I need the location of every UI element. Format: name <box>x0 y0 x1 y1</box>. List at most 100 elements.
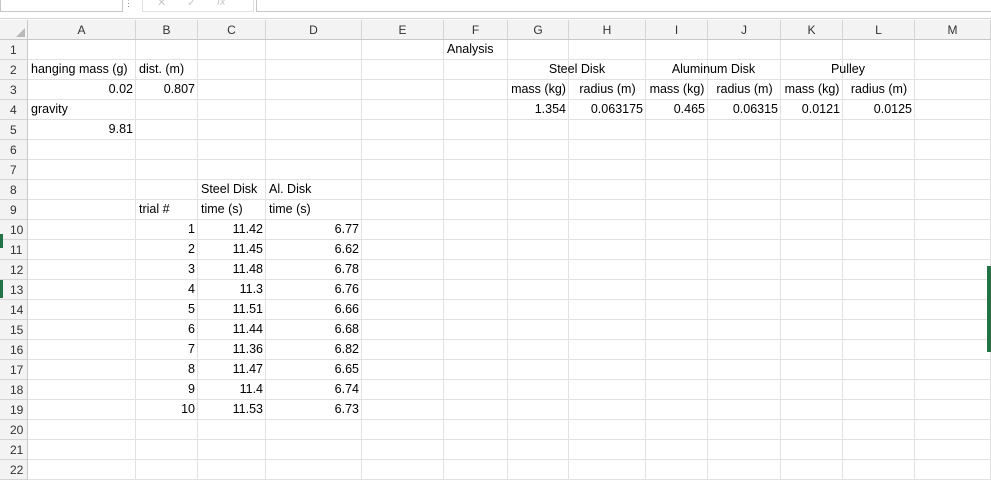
cell[interactable] <box>28 220 136 240</box>
cell[interactable] <box>136 460 198 480</box>
cell[interactable] <box>915 160 991 180</box>
cell[interactable] <box>362 260 444 280</box>
row-header-7[interactable]: 7 <box>0 160 28 180</box>
cell[interactable] <box>646 240 708 260</box>
row-header-10[interactable]: 10 <box>0 220 28 240</box>
cell[interactable] <box>569 180 646 200</box>
cell-trial-label[interactable]: trial # <box>136 200 198 220</box>
cell[interactable] <box>362 140 444 160</box>
cell[interactable] <box>362 320 444 340</box>
cell[interactable] <box>708 360 781 380</box>
cell[interactable] <box>28 420 136 440</box>
cell[interactable] <box>915 220 991 240</box>
cell[interactable] <box>444 420 508 440</box>
cell[interactable] <box>843 320 915 340</box>
cell[interactable] <box>569 340 646 360</box>
cell[interactable] <box>362 120 444 140</box>
column-header-k[interactable]: K <box>781 20 843 40</box>
cell-pulley-header[interactable]: Pulley <box>781 60 915 80</box>
cell[interactable] <box>781 320 843 340</box>
cell-al-time[interactable]: 6.65 <box>266 360 362 380</box>
cell[interactable] <box>708 420 781 440</box>
column-header-d[interactable]: D <box>266 20 362 40</box>
cell-gravity-label[interactable]: gravity <box>28 100 136 120</box>
cell[interactable] <box>444 300 508 320</box>
cell[interactable] <box>708 380 781 400</box>
cell[interactable] <box>362 80 444 100</box>
row-header-20[interactable]: 20 <box>0 420 28 440</box>
cell[interactable] <box>362 420 444 440</box>
cell[interactable] <box>508 460 569 480</box>
cell-steel-time[interactable]: 11.44 <box>198 320 266 340</box>
cell[interactable] <box>843 180 915 200</box>
cell[interactable] <box>646 160 708 180</box>
cell[interactable] <box>569 360 646 380</box>
cell[interactable] <box>843 400 915 420</box>
cell-steel-radius-label[interactable]: radius (m) <box>569 80 646 100</box>
cell-steel-time[interactable]: 11.51 <box>198 300 266 320</box>
cell[interactable] <box>915 120 991 140</box>
cell[interactable] <box>843 140 915 160</box>
cell[interactable] <box>781 400 843 420</box>
cell-al-time[interactable]: 6.68 <box>266 320 362 340</box>
cell[interactable] <box>569 460 646 480</box>
cell-steel-mass[interactable]: 1.354 <box>508 100 569 120</box>
cell[interactable] <box>781 420 843 440</box>
cell[interactable] <box>646 360 708 380</box>
formula-input[interactable] <box>256 0 991 12</box>
cell[interactable] <box>28 180 136 200</box>
cell[interactable] <box>781 40 843 60</box>
column-header-g[interactable]: G <box>508 20 569 40</box>
cell[interactable] <box>444 60 508 80</box>
cell[interactable] <box>915 140 991 160</box>
cell[interactable] <box>915 240 991 260</box>
cell[interactable] <box>915 420 991 440</box>
cell[interactable] <box>708 340 781 360</box>
cell[interactable] <box>646 120 708 140</box>
cell[interactable] <box>28 360 136 380</box>
cell[interactable] <box>198 140 266 160</box>
cell-trial-number[interactable]: 10 <box>136 400 198 420</box>
cell[interactable] <box>508 120 569 140</box>
cell-dist-value[interactable]: 0.807 <box>136 80 198 100</box>
cell[interactable] <box>198 160 266 180</box>
cell[interactable] <box>843 440 915 460</box>
cell[interactable] <box>843 460 915 480</box>
cell[interactable] <box>136 100 198 120</box>
cell[interactable] <box>843 300 915 320</box>
cell[interactable] <box>708 280 781 300</box>
cell[interactable] <box>569 440 646 460</box>
cell[interactable] <box>781 140 843 160</box>
column-header-c[interactable]: C <box>198 20 266 40</box>
cell[interactable] <box>708 400 781 420</box>
cell[interactable] <box>915 360 991 380</box>
cell[interactable] <box>136 440 198 460</box>
cell[interactable] <box>198 40 266 60</box>
cell[interactable] <box>708 220 781 240</box>
cell[interactable] <box>708 40 781 60</box>
cell[interactable] <box>915 380 991 400</box>
cell[interactable] <box>198 420 266 440</box>
cell[interactable] <box>444 400 508 420</box>
cell[interactable] <box>569 160 646 180</box>
cell[interactable] <box>843 280 915 300</box>
cell[interactable] <box>646 380 708 400</box>
cell[interactable] <box>781 160 843 180</box>
cell[interactable] <box>781 200 843 220</box>
cell[interactable] <box>708 200 781 220</box>
cell[interactable] <box>444 200 508 220</box>
fx-icon[interactable]: fx <box>217 0 226 8</box>
cell[interactable] <box>444 320 508 340</box>
cell[interactable] <box>915 400 991 420</box>
cell[interactable] <box>843 260 915 280</box>
column-header-b[interactable]: B <box>136 20 198 40</box>
row-header-17[interactable]: 17 <box>0 360 28 380</box>
cell-steel-time[interactable]: 11.45 <box>198 240 266 260</box>
cell[interactable] <box>508 320 569 340</box>
cell[interactable] <box>708 440 781 460</box>
cell-al-mass[interactable]: 0.465 <box>646 100 708 120</box>
cell[interactable] <box>444 180 508 200</box>
cell[interactable] <box>28 160 136 180</box>
cell[interactable] <box>28 260 136 280</box>
cell[interactable] <box>444 100 508 120</box>
